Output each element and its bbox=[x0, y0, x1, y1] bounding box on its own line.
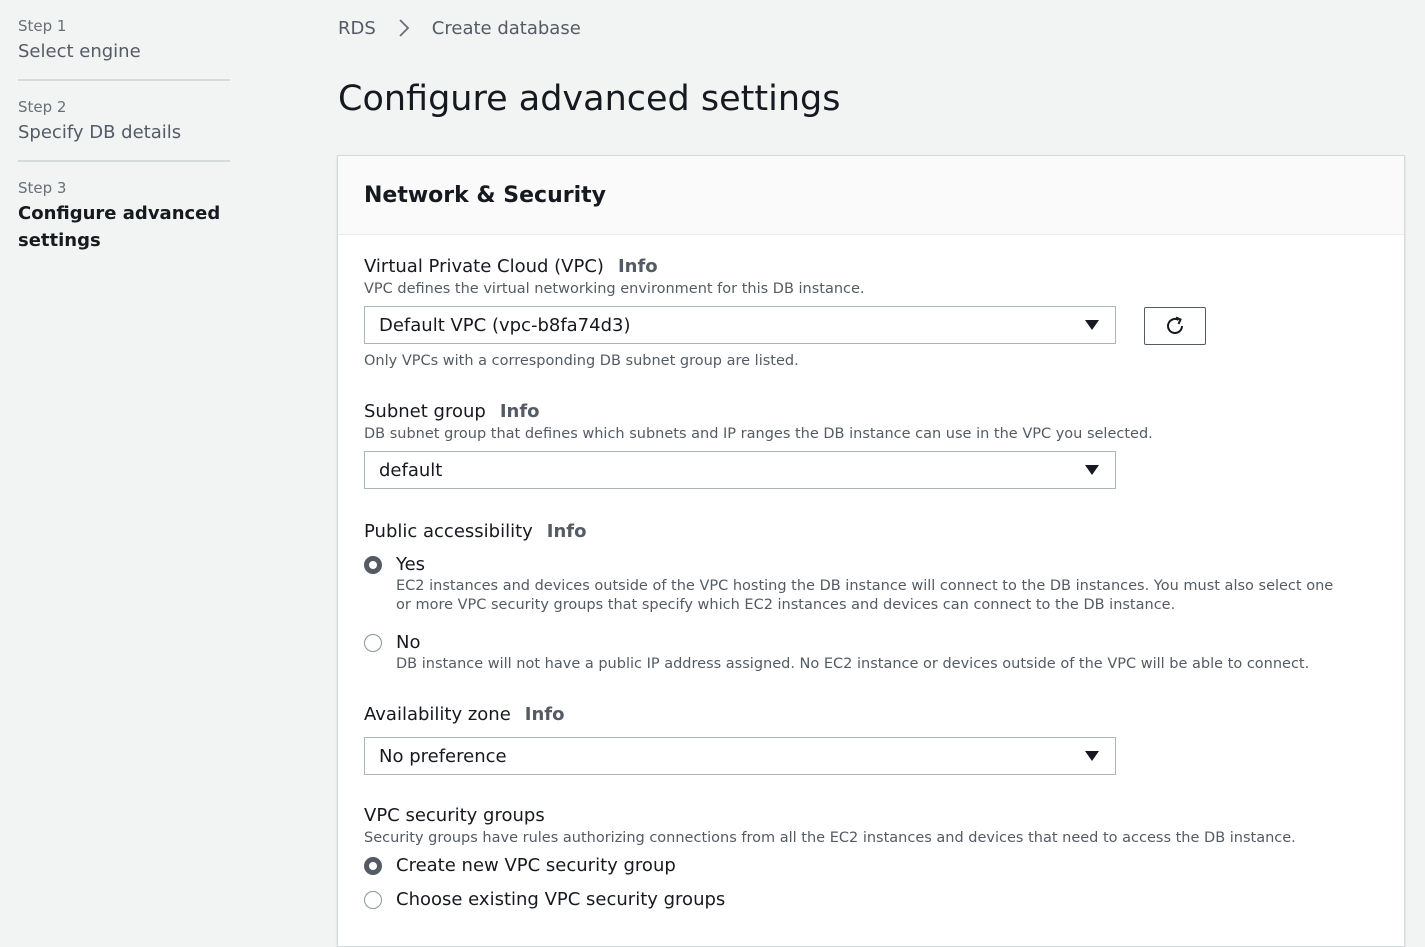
wizard-steps: Step 1 Select engine Step 2 Specify DB d… bbox=[18, 14, 230, 282]
vpc-select[interactable]: Default VPC (vpc-b8fa74d3) bbox=[364, 306, 1116, 344]
availability-zone-field: Availability zone Info No preference bbox=[364, 703, 1116, 775]
step-title: Configure advanced settings bbox=[18, 203, 221, 251]
public-accessibility-field: Public accessibility Info Yes EC2 instanc… bbox=[364, 520, 1346, 674]
vpc-security-groups-field: VPC security groups Security groups have… bbox=[364, 804, 1296, 912]
vpc-constraint: Only VPCs with a corresponding DB subnet… bbox=[364, 353, 799, 369]
subnet-group-select-value: default bbox=[379, 459, 443, 481]
subnet-group-info-link[interactable]: Info bbox=[500, 401, 540, 422]
availability-zone-info-link[interactable]: Info bbox=[525, 704, 565, 725]
chevron-right-icon bbox=[394, 18, 414, 38]
panel-header: Network & Security bbox=[338, 156, 1404, 235]
refresh-icon bbox=[1167, 316, 1183, 334]
create-security-group-radio[interactable] bbox=[364, 857, 382, 875]
vpc-description: VPC defines the virtual networking envir… bbox=[364, 281, 865, 297]
subnet-group-label: Subnet group bbox=[364, 401, 486, 422]
public-access-no-label[interactable]: No bbox=[396, 631, 1346, 655]
public-access-yes-description: EC2 instances and devices outside of the… bbox=[396, 578, 1334, 613]
page-title: Configure advanced settings bbox=[338, 79, 841, 119]
vpc-info-link[interactable]: Info bbox=[618, 256, 658, 277]
wizard-step-3: Step 3 Configure advanced settings bbox=[18, 176, 230, 268]
step-title[interactable]: Select engine bbox=[18, 38, 230, 65]
public-access-yes-radio[interactable] bbox=[364, 556, 382, 574]
breadcrumb-current: Create database bbox=[431, 17, 581, 39]
public-access-no-option[interactable]: No DB instance will not have a public IP… bbox=[364, 631, 1346, 674]
vpc-security-groups-description: Security groups have rules authorizing c… bbox=[364, 830, 1296, 846]
vpc-label: Virtual Private Cloud (VPC) bbox=[364, 256, 604, 277]
public-access-yes-option[interactable]: Yes EC2 instances and devices outside of… bbox=[364, 553, 1346, 615]
vpc-security-groups-label: VPC security groups bbox=[364, 805, 545, 826]
caret-down-icon bbox=[1085, 465, 1099, 475]
choose-security-group-radio[interactable] bbox=[364, 891, 382, 909]
panel-title: Network & Security bbox=[364, 182, 606, 208]
caret-down-icon bbox=[1085, 320, 1099, 330]
public-accessibility-label: Public accessibility bbox=[364, 521, 533, 542]
breadcrumb: RDS Create database bbox=[338, 14, 581, 42]
choose-security-group-label[interactable]: Choose existing VPC security groups bbox=[396, 888, 725, 912]
choose-security-group-option[interactable]: Choose existing VPC security groups bbox=[364, 888, 1296, 912]
refresh-vpc-button[interactable] bbox=[1144, 307, 1206, 345]
vpc-field: Virtual Private Cloud (VPC) Info VPC defi… bbox=[364, 255, 1116, 371]
subnet-group-select[interactable]: default bbox=[364, 451, 1116, 489]
wizard-step-1[interactable]: Step 1 Select engine bbox=[18, 14, 230, 81]
availability-zone-label: Availability zone bbox=[364, 704, 511, 725]
availability-zone-select[interactable]: No preference bbox=[364, 737, 1116, 775]
breadcrumb-link-rds[interactable]: RDS bbox=[338, 18, 376, 39]
wizard-step-2[interactable]: Step 2 Specify DB details bbox=[18, 95, 230, 162]
network-security-panel: Network & Security Virtual Private Cloud… bbox=[337, 155, 1405, 947]
step-title[interactable]: Specify DB details bbox=[18, 119, 230, 146]
create-security-group-option[interactable]: Create new VPC security group bbox=[364, 854, 1296, 878]
create-security-group-label[interactable]: Create new VPC security group bbox=[396, 854, 676, 878]
step-number: Step 2 bbox=[18, 98, 67, 116]
caret-down-icon bbox=[1085, 751, 1099, 761]
vpc-select-value: Default VPC (vpc-b8fa74d3) bbox=[379, 314, 631, 336]
subnet-group-field: Subnet group Info DB subnet group that de… bbox=[364, 400, 1153, 489]
public-access-no-radio[interactable] bbox=[364, 634, 382, 652]
public-accessibility-info-link[interactable]: Info bbox=[547, 521, 587, 542]
step-number: Step 3 bbox=[18, 179, 67, 197]
public-access-no-description: DB instance will not have a public IP ad… bbox=[396, 656, 1310, 672]
subnet-group-description: DB subnet group that defines which subne… bbox=[364, 426, 1153, 442]
step-number: Step 1 bbox=[18, 17, 67, 35]
public-access-yes-label[interactable]: Yes bbox=[396, 553, 1346, 577]
availability-zone-select-value: No preference bbox=[379, 745, 507, 767]
